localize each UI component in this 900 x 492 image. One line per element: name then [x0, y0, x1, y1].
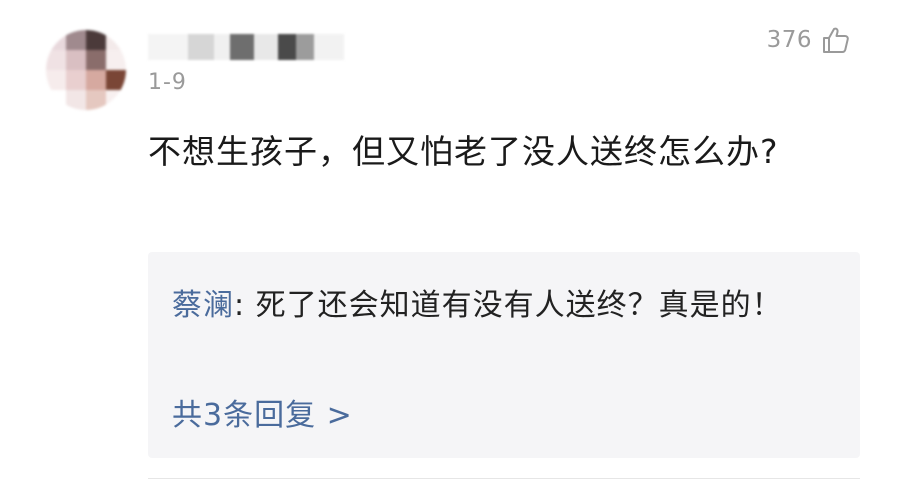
username-blurred[interactable]: [148, 34, 344, 60]
view-all-replies-link[interactable]: 共3条回复 >: [172, 390, 353, 434]
comment-date: 1-9: [148, 70, 187, 95]
comment-card: 1-9 376 不想生孩子，但又怕老了没人送终怎么办? 蔡澜: 死了还会知道有没…: [0, 0, 900, 492]
reply-preview[interactable]: 蔡澜: 死了还会知道有没有人送终？真是的！ 共3条回复 >: [148, 252, 860, 458]
avatar[interactable]: [46, 30, 126, 110]
reply-author[interactable]: 蔡澜: [172, 288, 234, 323]
comment-text: 不想生孩子，但又怕老了没人送终怎么办?: [148, 132, 779, 171]
thumbs-up-icon[interactable]: [820, 24, 852, 56]
like-button[interactable]: 376: [767, 24, 852, 56]
reply-content: 死了还会知道有没有人送终？真是的！: [255, 288, 783, 323]
divider: [148, 478, 860, 479]
like-count: 376: [766, 27, 812, 53]
reply-text-block: 蔡澜: 死了还会知道有没有人送终？真是的！: [172, 282, 812, 330]
reply-separator: :: [234, 288, 256, 323]
